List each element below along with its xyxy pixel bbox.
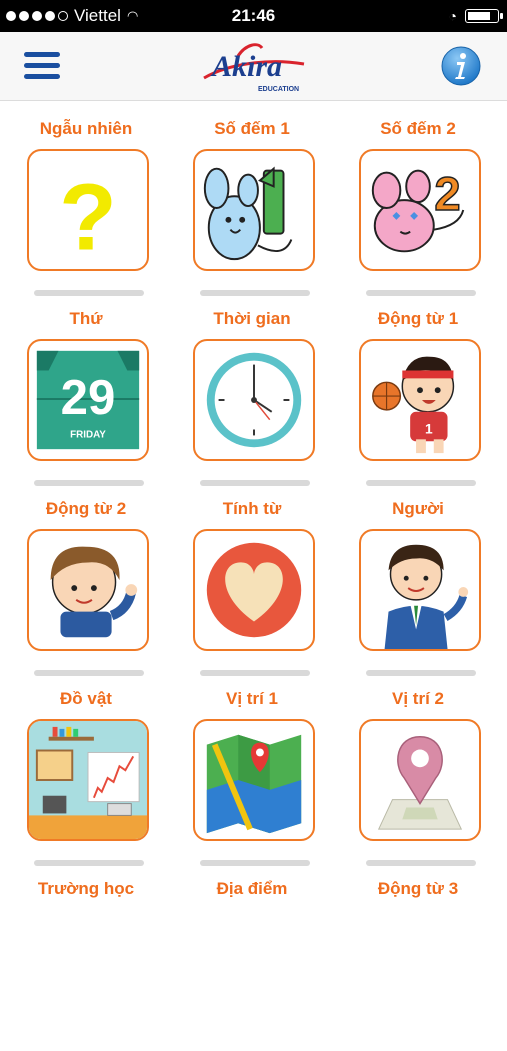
- category-label: Động từ 1: [377, 309, 459, 328]
- category-cell: Người: [335, 481, 501, 676]
- category-label[interactable]: Trường học: [3, 879, 169, 899]
- mouse-number-one-icon: [203, 166, 293, 261]
- category-cell: Động từ 1 1: [335, 291, 501, 486]
- info-icon[interactable]: [441, 46, 481, 86]
- category-label[interactable]: Động từ 3: [335, 879, 501, 899]
- category-tile-time[interactable]: [193, 339, 315, 461]
- category-tile-people[interactable]: [359, 529, 481, 651]
- category-cell: Đồ vật: [3, 671, 169, 866]
- status-time: 21:46: [231, 6, 276, 25]
- category-cell: Động từ 2: [3, 481, 169, 676]
- category-cell: Địa điểm: [169, 861, 335, 1051]
- svg-text:?: ?: [59, 165, 117, 269]
- category-label: Số đếm 1: [214, 119, 290, 138]
- category-tile-weekday[interactable]: 29 FRIDAY: [27, 339, 149, 461]
- category-label: Người: [392, 499, 444, 518]
- category-cell: Số đếm 2 2: [335, 101, 501, 296]
- category-label[interactable]: Địa điểm: [169, 879, 335, 899]
- app-header: Akira EDUCATION: [0, 32, 507, 101]
- category-tile-objects[interactable]: [27, 719, 149, 841]
- category-tile-location-2[interactable]: [359, 719, 481, 841]
- category-cell: Tính từ: [169, 481, 335, 676]
- alarm-icon: ◔: [448, 8, 457, 24]
- hamburger-menu-icon[interactable]: [24, 52, 60, 80]
- mouse-number-two-icon: 2: [371, 167, 465, 253]
- category-cell: Ngẫu nhiên ?: [3, 101, 169, 296]
- svg-text:1: 1: [425, 421, 433, 436]
- category-tile-numbers-2[interactable]: 2: [359, 149, 481, 271]
- category-label: Động từ 2: [45, 499, 127, 518]
- category-cell: Số đếm 1: [169, 101, 335, 296]
- location-pin-icon: [377, 735, 463, 830]
- calendar-day: 29: [61, 370, 116, 425]
- category-label: Vị trí 2: [392, 689, 444, 708]
- status-bar: Viettel ◠ 21:46 ◔: [0, 0, 507, 32]
- calendar-weekday: FRIDAY: [70, 429, 106, 440]
- category-label: Đồ vật: [60, 689, 112, 708]
- office-room-icon: [29, 721, 147, 839]
- category-cell: Vị trí 1: [169, 671, 335, 866]
- category-cell: Thứ 29 FRIDAY: [3, 291, 169, 486]
- waving-boy-icon: [50, 546, 138, 638]
- category-label: Tính từ: [222, 499, 282, 518]
- clock-icon: [206, 352, 302, 448]
- category-cell: Thời gian: [169, 291, 335, 486]
- heart-icon: [206, 542, 302, 638]
- category-cell: Trường học: [3, 861, 169, 1051]
- svg-text:2: 2: [434, 168, 460, 221]
- category-label: Vị trí 1: [226, 689, 278, 708]
- logo-subtext: EDUCATION: [258, 86, 299, 93]
- category-tile-random[interactable]: ?: [27, 149, 149, 271]
- category-label: Thứ: [69, 309, 103, 328]
- category-cell: Vị trí 2: [335, 671, 501, 866]
- map-icon: [206, 734, 302, 834]
- battery-icon: [465, 9, 503, 23]
- question-mark-icon: ?: [59, 165, 117, 269]
- category-tile-numbers-1[interactable]: [193, 149, 315, 271]
- calendar-icon: 29 FRIDAY: [36, 350, 140, 450]
- category-tile-verbs-1[interactable]: 1: [359, 339, 481, 461]
- logo-text: Akira: [210, 50, 282, 83]
- category-tile-verbs-2[interactable]: [27, 529, 149, 651]
- category-label: Ngẫu nhiên: [39, 119, 133, 138]
- category-cell: Động từ 3: [335, 861, 501, 1051]
- basketball-boy-icon: 1: [372, 356, 455, 454]
- category-tile-location-1[interactable]: [193, 719, 315, 841]
- category-tile-adjectives[interactable]: [193, 529, 315, 651]
- akira-logo: Akira EDUCATION: [203, 43, 305, 93]
- businessman-icon: [384, 544, 469, 649]
- category-label: Thời gian: [213, 309, 291, 328]
- category-label: Số đếm 2: [380, 119, 456, 138]
